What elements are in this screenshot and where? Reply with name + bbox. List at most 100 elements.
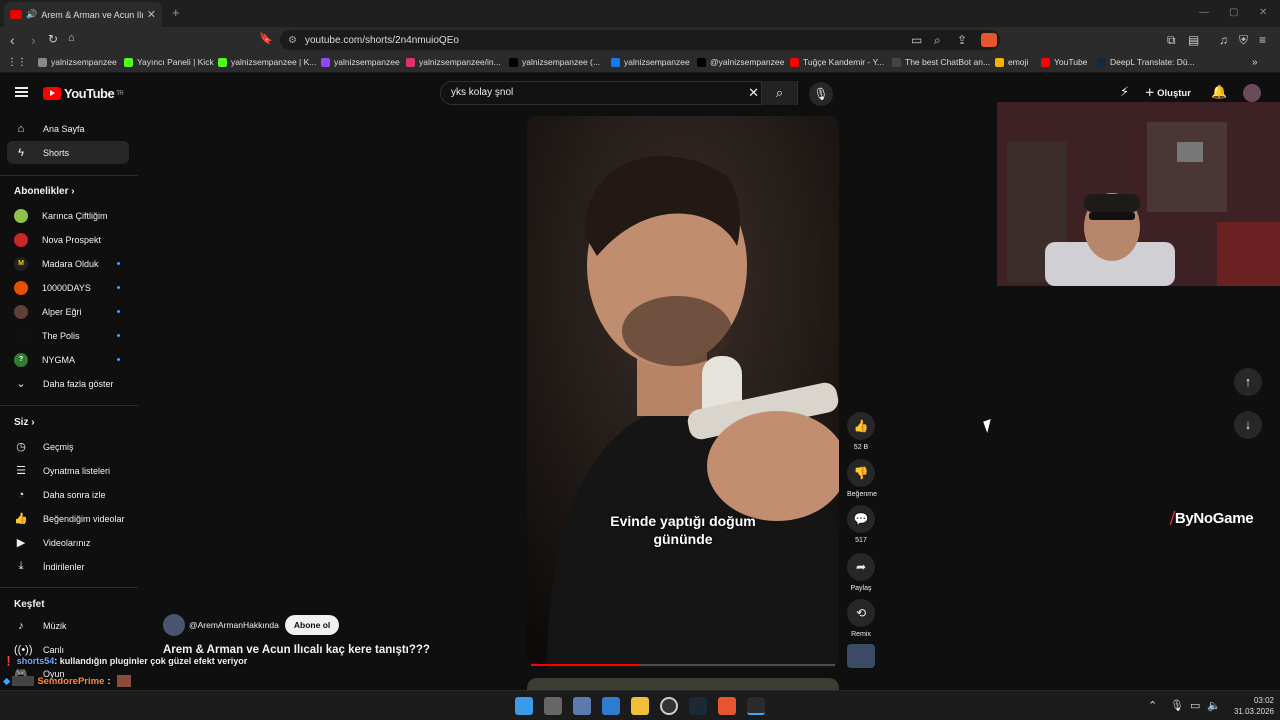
start-menu-icon[interactable] <box>515 697 533 715</box>
brave-shield-icon[interactable] <box>981 33 997 47</box>
sidebar-item-your-videos[interactable]: ▶ Videolarınız <box>7 531 129 554</box>
sidebar-icon[interactable]: ▤ <box>1188 33 1199 47</box>
caption-line-2: gününde <box>653 531 713 547</box>
sidebar-item-history[interactable]: ◷ Geçmiş <box>7 435 129 458</box>
video-progress-bar[interactable] <box>531 664 835 666</box>
share-icon[interactable]: ⇪ <box>957 33 967 47</box>
forward-icon[interactable]: › <box>31 32 36 48</box>
sidebar-item-subscription[interactable]: Alper Eğri <box>7 300 129 323</box>
bookmark-item[interactable]: YouTube <box>1041 57 1087 67</box>
remix-button[interactable]: ⟲ Remix <box>847 599 875 638</box>
bookmark-item[interactable]: yalnizsempanzee (... <box>509 57 600 67</box>
subscribe-button[interactable]: Abone ol <box>284 615 340 635</box>
home-icon[interactable]: ⌂ <box>68 32 75 44</box>
audio-playing-icon[interactable]: 🔊 <box>26 9 37 20</box>
sidebar-item-subscription[interactable]: The Polis <box>7 324 129 347</box>
search-input[interactable]: yks kolay şnol ✕ ⌕ <box>440 81 798 105</box>
reload-icon[interactable]: ↻ <box>48 32 58 46</box>
chat-text: : <box>107 675 111 687</box>
bookmark-item[interactable]: emoji <box>995 57 1028 67</box>
youtube-logo[interactable]: YouTube TR <box>43 86 124 101</box>
tray-overflow-icon[interactable]: ⌃ <box>1148 699 1157 712</box>
cast-icon[interactable]: ⚡ <box>1120 84 1129 100</box>
network-icon[interactable]: ▭ <box>1190 699 1200 712</box>
sidebar-item-playlists[interactable]: ☰ Oynatma listeleri <box>7 459 129 482</box>
menu-hamburger-icon[interactable] <box>15 87 28 97</box>
brave-browser-icon[interactable] <box>718 697 736 715</box>
new-tab-button[interactable]: + <box>172 5 180 20</box>
comments-button[interactable]: 💬 517 <box>847 505 875 544</box>
app-icon[interactable] <box>573 697 591 715</box>
bookmark-item[interactable]: yalnizsempanzee | K... <box>218 57 316 67</box>
sidebar-item-subscription[interactable]: Karınca Çiftliğim <box>7 204 129 227</box>
bookmark-item[interactable]: yalnizsempanzee <box>611 57 690 67</box>
maximize-window-icon[interactable]: ▢ <box>1229 7 1238 18</box>
sidebar-item-home[interactable]: ⌂ Ana Sayfa <box>7 117 129 140</box>
bookmark-item[interactable]: Yayıncı Paneli | Kick <box>124 57 214 67</box>
video-frame <box>527 116 839 668</box>
chrome-icon[interactable] <box>747 697 765 715</box>
clock[interactable]: 03:02 31.03.2026 <box>1224 695 1274 717</box>
bookmark-item[interactable]: DeepL Translate: Dü... <box>1097 57 1195 67</box>
sidebar-item-liked[interactable]: 👍 Beğendiğim videolar <box>7 507 129 530</box>
sidebar-item-subscription[interactable]: ? NYGMA <box>7 348 129 371</box>
steam-icon[interactable] <box>689 697 707 715</box>
bookmark-item[interactable]: yalnizsempanzee <box>38 57 117 67</box>
bookmark-item[interactable]: yalnizsempanzee <box>321 57 400 67</box>
sidebar-item-subscription[interactable]: 10000DAYS <box>7 276 129 299</box>
avatar[interactable] <box>1243 84 1261 102</box>
file-explorer-icon[interactable] <box>631 697 649 715</box>
channel-name[interactable]: @AremArmanHakkında <box>189 620 279 630</box>
search-button[interactable]: ⌕ <box>761 81 797 105</box>
media-icon[interactable]: ♫ <box>1219 33 1228 47</box>
video-title[interactable]: Arem & Arman ve Acun Ilıcalı kaç kere ta… <box>163 644 430 656</box>
sound-thumbnail[interactable] <box>847 644 875 672</box>
bookmark-item[interactable]: Tuğçe Kandemir - Y... <box>790 57 884 67</box>
like-button[interactable]: 👍 52 B <box>847 412 875 451</box>
vpn-icon[interactable]: ⛨ <box>1239 33 1248 48</box>
bookmark-icon[interactable]: 🔖 <box>259 32 273 45</box>
app-icon[interactable] <box>602 697 620 715</box>
url-input[interactable]: ⚙ youtube.com/shorts/2n4nmuioQEo <box>280 30 1000 50</box>
task-view-icon[interactable] <box>544 697 562 715</box>
create-button[interactable]: ＋ Oluştur <box>1145 85 1191 99</box>
short-video-player[interactable]: Evinde yaptığı doğum gününde <box>527 116 839 668</box>
cast-icon[interactable]: ▭ <box>911 33 922 47</box>
microphone-icon[interactable]: 🎙 <box>1170 699 1184 712</box>
new-content-dot <box>117 358 120 361</box>
share-button[interactable]: ➦ Paylaş <box>847 553 875 592</box>
notifications-bell-icon[interactable]: 🔔 <box>1211 84 1227 100</box>
voice-search-icon[interactable]: 🎙 <box>809 82 833 106</box>
back-icon[interactable]: ‹ <box>10 32 15 48</box>
sidebar-item-watch-later[interactable]: ◔ Daha sonra izle <box>7 483 129 506</box>
you-header[interactable]: Siz › <box>14 417 35 428</box>
bookmark-item[interactable]: @yalnizsempanzee <box>697 57 784 67</box>
dislike-button[interactable]: 👎 Beğenme <box>847 459 877 498</box>
sidebar-item-subscription[interactable]: M Madara Olduk <box>7 252 129 275</box>
show-more-button[interactable]: ⌄ Daha fazla göster <box>7 372 129 395</box>
sidebar-item-shorts[interactable]: ϟ Shorts <box>7 141 129 164</box>
menu-icon[interactable]: ≡ <box>1259 33 1266 47</box>
previous-short-button[interactable]: ↑ <box>1234 368 1262 396</box>
close-tab-icon[interactable]: ✕ <box>147 8 156 21</box>
close-window-icon[interactable]: ✕ <box>1259 7 1267 18</box>
site-settings-icon[interactable]: ⚙ <box>288 35 297 46</box>
browser-tab[interactable]: 🔊 Arem & Arman ve Acun Ilıcalı ✕ <box>4 2 162 27</box>
extensions-icon[interactable]: ⧉ <box>1167 33 1176 48</box>
channel-avatar[interactable] <box>163 614 185 636</box>
sidebar-item-music[interactable]: ♪ Müzik <box>7 614 129 637</box>
explore-header: Keşfet <box>14 599 45 610</box>
next-short-button[interactable]: ↓ <box>1234 411 1262 439</box>
bookmark-item[interactable]: yalnizsempanzee/in... <box>406 57 501 67</box>
volume-icon[interactable]: 🔈 <box>1207 699 1221 712</box>
sidebar-item-downloads[interactable]: ⤓ İndirilenler <box>7 555 129 578</box>
clear-search-icon[interactable]: ✕ <box>748 85 759 101</box>
zoom-icon[interactable]: ⌕ <box>934 33 941 48</box>
subscriptions-header[interactable]: Abonelikler › <box>14 186 75 197</box>
sidebar-item-subscription[interactable]: Nova Prospekt <box>7 228 129 251</box>
bookmark-item[interactable]: The best ChatBot an... <box>892 57 990 67</box>
apps-icon[interactable]: ⋮⋮ <box>7 57 27 68</box>
more-bookmarks-icon[interactable]: » <box>1252 57 1258 68</box>
minimize-window-icon[interactable]: — <box>1199 7 1209 18</box>
app-icon[interactable] <box>660 697 678 715</box>
